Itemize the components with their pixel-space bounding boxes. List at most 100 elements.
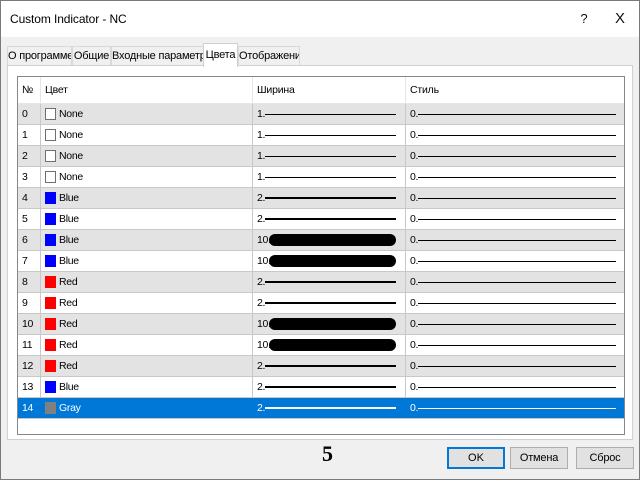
width-select-cell[interactable]: 10.	[253, 251, 406, 271]
tab-colors[interactable]: Цвета	[203, 43, 238, 67]
width-select-cell[interactable]: 1.	[253, 167, 406, 187]
width-select-cell[interactable]: 2.	[253, 272, 406, 292]
table-row[interactable]: 12 Red 2. 0.	[18, 356, 624, 377]
table-row[interactable]: 14 Gray 2. 0.	[18, 398, 624, 419]
style-select-cell[interactable]: 0.	[406, 335, 624, 355]
color-picker-cell[interactable]: None	[41, 104, 253, 124]
table-row[interactable]: 9 Red 2. 0.	[18, 293, 624, 314]
color-swatch	[45, 213, 56, 225]
table-row[interactable]: 1 None 1. 0.	[18, 125, 624, 146]
cancel-button[interactable]: Отмена	[510, 447, 568, 469]
style-select-cell[interactable]: 0.	[406, 167, 624, 187]
ok-button[interactable]: OK	[447, 447, 505, 469]
table-row[interactable]: 6 Blue 10. 0.	[18, 230, 624, 251]
style-line-preview	[418, 387, 616, 388]
row-index: 3	[18, 167, 41, 187]
style-select-cell[interactable]: 0.	[406, 377, 624, 397]
style-select-cell[interactable]: 0.	[406, 125, 624, 145]
width-value: 2.	[257, 402, 266, 414]
style-value: 0.	[410, 276, 419, 288]
color-picker-cell[interactable]: Blue	[41, 230, 253, 250]
color-swatch	[45, 171, 56, 183]
color-picker-cell[interactable]: Red	[41, 272, 253, 292]
table-row[interactable]: 4 Blue 2. 0.	[18, 188, 624, 209]
color-swatch	[45, 129, 56, 141]
style-select-cell[interactable]: 0.	[406, 209, 624, 229]
color-picker-cell[interactable]: Blue	[41, 377, 253, 397]
close-button[interactable]: X	[605, 7, 635, 31]
table-row[interactable]: 11 Red 10. 0.	[18, 335, 624, 356]
table-row[interactable]: 13 Blue 2. 0.	[18, 377, 624, 398]
table-row[interactable]: 0 None 1. 0.	[18, 104, 624, 125]
color-picker-cell[interactable]: Blue	[41, 251, 253, 271]
width-select-cell[interactable]: 2.	[253, 398, 406, 418]
width-line-preview	[265, 156, 396, 157]
width-select-cell[interactable]: 1.	[253, 104, 406, 124]
style-select-cell[interactable]: 0.	[406, 146, 624, 166]
style-select-cell[interactable]: 0.	[406, 293, 624, 313]
color-picker-cell[interactable]: None	[41, 146, 253, 166]
width-select-cell[interactable]: 1.	[253, 125, 406, 145]
table-row[interactable]: 7 Blue 10. 0.	[18, 251, 624, 272]
width-line-preview	[265, 386, 396, 388]
table-row[interactable]: 3 None 1. 0.	[18, 167, 624, 188]
style-select-cell[interactable]: 0.	[406, 104, 624, 124]
row-index: 4	[18, 188, 41, 208]
color-picker-cell[interactable]: Red	[41, 356, 253, 376]
style-select-cell[interactable]: 0.	[406, 272, 624, 292]
column-header-color[interactable]: Цвет	[41, 77, 253, 104]
row-index: 2	[18, 146, 41, 166]
style-select-cell[interactable]: 0.	[406, 251, 624, 271]
width-select-cell[interactable]: 10.	[253, 230, 406, 250]
column-header-style[interactable]: Стиль	[406, 77, 624, 104]
color-swatch	[45, 402, 56, 414]
width-select-cell[interactable]: 1.	[253, 146, 406, 166]
color-name: Blue	[59, 381, 79, 393]
tab-common[interactable]: Общие	[72, 46, 111, 66]
color-name: None	[59, 129, 83, 141]
width-select-cell[interactable]: 2.	[253, 356, 406, 376]
color-picker-cell[interactable]: Blue	[41, 209, 253, 229]
color-picker-cell[interactable]: Blue	[41, 188, 253, 208]
table-row[interactable]: 8 Red 2. 0.	[18, 272, 624, 293]
width-select-cell[interactable]: 10.	[253, 335, 406, 355]
color-picker-cell[interactable]: Gray	[41, 398, 253, 418]
style-select-cell[interactable]: 0.	[406, 356, 624, 376]
style-select-cell[interactable]: 0.	[406, 188, 624, 208]
colors-grid[interactable]: № Цвет Ширина Стиль 0 None 1. 0. 1 None 1. 0. 2 N…	[17, 76, 625, 435]
table-row[interactable]: 10 Red 10. 0.	[18, 314, 624, 335]
tab-inputs[interactable]: Входные параметры	[111, 46, 204, 66]
style-value: 0.	[410, 381, 419, 393]
table-row[interactable]: 5 Blue 2. 0.	[18, 209, 624, 230]
width-select-cell[interactable]: 10.	[253, 314, 406, 334]
tab-about[interactable]: О программе	[7, 46, 72, 66]
tab-visualization[interactable]: Отображение	[238, 46, 300, 66]
width-select-cell[interactable]: 2.	[253, 377, 406, 397]
help-button[interactable]: ?	[569, 7, 599, 31]
style-select-cell[interactable]: 0.	[406, 314, 624, 334]
color-picker-cell[interactable]: None	[41, 125, 253, 145]
width-select-cell[interactable]: 2.	[253, 293, 406, 313]
style-line-preview	[418, 114, 616, 115]
style-select-cell[interactable]: 0.	[406, 230, 624, 250]
color-picker-cell[interactable]: Red	[41, 314, 253, 334]
width-line-preview	[265, 177, 396, 178]
color-picker-cell[interactable]: Red	[41, 293, 253, 313]
color-picker-cell[interactable]: Red	[41, 335, 253, 355]
column-header-number[interactable]: №	[18, 77, 41, 104]
style-select-cell[interactable]: 0.	[406, 398, 624, 418]
style-value: 0.	[410, 234, 419, 246]
width-select-cell[interactable]: 2.	[253, 188, 406, 208]
style-value: 0.	[410, 297, 419, 309]
color-swatch	[45, 360, 56, 372]
color-name: Gray	[59, 402, 81, 414]
style-line-preview	[418, 219, 616, 220]
reset-button[interactable]: Сброс	[576, 447, 634, 469]
color-picker-cell[interactable]: None	[41, 167, 253, 187]
color-name: None	[59, 171, 83, 183]
width-select-cell[interactable]: 2.	[253, 209, 406, 229]
column-header-width[interactable]: Ширина	[253, 77, 406, 104]
table-row[interactable]: 2 None 1. 0.	[18, 146, 624, 167]
color-name: Red	[59, 276, 78, 288]
color-name: Red	[59, 297, 78, 309]
